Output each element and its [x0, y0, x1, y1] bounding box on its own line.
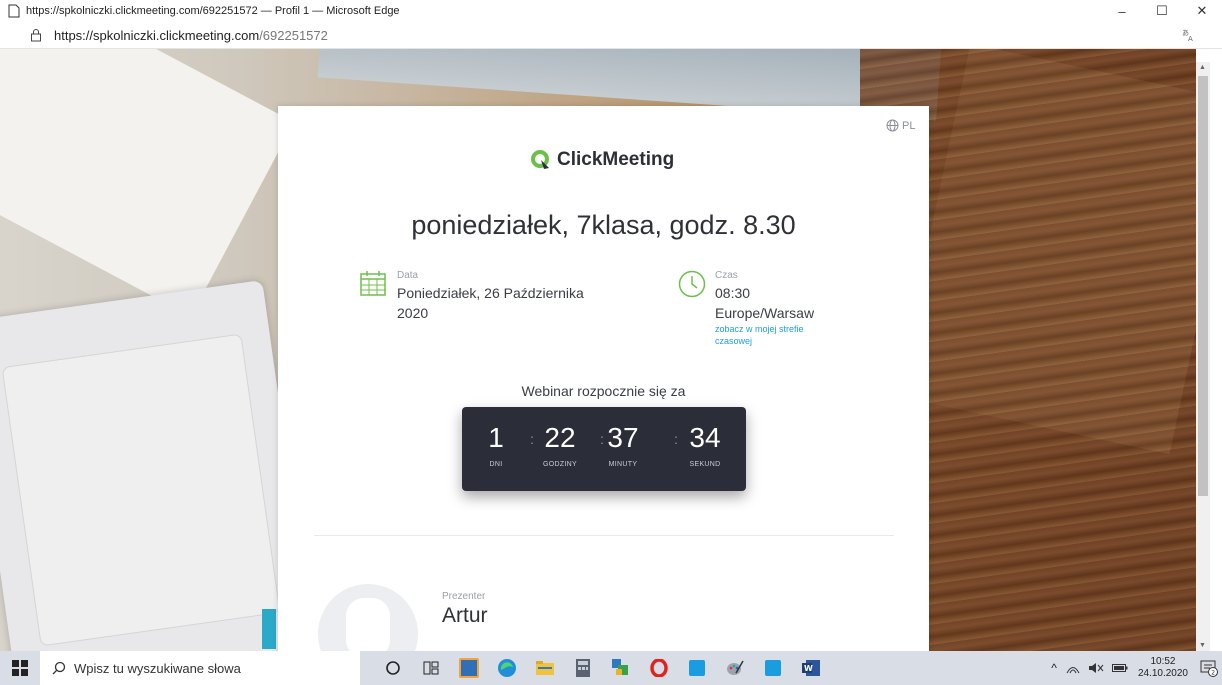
start-button[interactable]	[0, 651, 40, 685]
calculator-icon[interactable]	[564, 651, 602, 685]
opera-icon[interactable]	[640, 651, 678, 685]
app-icon-blue-2[interactable]	[754, 651, 792, 685]
task-view-icon[interactable]	[412, 651, 450, 685]
translate-icon[interactable]: あA	[1182, 28, 1196, 42]
close-button[interactable]: ✕	[1182, 0, 1222, 22]
timezone-link[interactable]: zobacz w mojej strefie czasowej	[715, 323, 825, 347]
url-host: https://spkolniczki.clickmeeting.com	[54, 27, 260, 43]
lock-icon	[31, 29, 41, 42]
taskbar-apps: W	[374, 651, 830, 685]
event-title: poniedziałek, 7klasa, godz. 8.30	[411, 210, 796, 240]
scroll-down-icon[interactable]: ▼	[1199, 642, 1206, 649]
media-app-icon[interactable]	[450, 651, 488, 685]
system-tray: ^ 10:52 24.10.2020 2	[1046, 651, 1222, 685]
word-icon[interactable]: W	[792, 651, 830, 685]
timezone-link-line2[interactable]: czasowej	[715, 336, 752, 346]
clock-time: 10:52	[1150, 656, 1176, 667]
countdown-days: 1 DNI	[466, 421, 526, 468]
edge-icon[interactable]	[488, 651, 526, 685]
paint-app-icon[interactable]	[602, 651, 640, 685]
language-selector[interactable]: PL	[886, 119, 915, 132]
clickmeeting-logo-icon	[531, 150, 549, 169]
countdown-minutes: 37 MINUTY	[593, 421, 653, 468]
svg-text:A: A	[1188, 35, 1193, 42]
hours-value: 22	[544, 422, 576, 453]
countdown-label: Webinar rozpocznie się za	[521, 383, 686, 399]
calendar-icon	[360, 271, 386, 296]
windows-icon	[12, 660, 28, 676]
volume-icon[interactable]	[1088, 662, 1104, 674]
action-center-button[interactable]: 2	[1196, 651, 1222, 685]
search-icon	[52, 661, 66, 675]
countdown-hours: 22 GODZINY	[530, 421, 590, 468]
search-placeholder: Wpisz tu wyszukiwane słowa	[74, 660, 241, 676]
wifi-icon[interactable]	[1066, 662, 1080, 674]
paint-brush-icon[interactable]	[716, 651, 754, 685]
window-title: https://spkolniczki.clickmeeting.com/692…	[26, 5, 400, 17]
page-scrollbar[interactable]: ▲ ▼	[1196, 62, 1210, 651]
page-viewport: PL ClickMeeting poniedziałek, 7klasa, go…	[0, 49, 1196, 651]
seconds-label: SEKUND	[689, 461, 721, 468]
window-title-bar: https://spkolniczki.clickmeeting.com/692…	[0, 0, 1222, 22]
page-icon	[8, 4, 20, 18]
countdown-seconds: 34 SEKUND	[675, 421, 735, 468]
notification-icon: 2	[1200, 660, 1218, 677]
presenter-label: Prezenter	[442, 591, 486, 602]
seconds-value: 34	[689, 422, 721, 453]
window-controls: – ☐ ✕	[1102, 0, 1222, 22]
windows-taskbar: Wpisz tu wyszukiwane słowa W ^ 10:52 24.…	[0, 651, 1222, 685]
taskbar-search[interactable]: Wpisz tu wyszukiwane słowa	[40, 651, 360, 685]
clock-date: 24.10.2020	[1137, 668, 1188, 679]
url-text[interactable]: https://spkolniczki.clickmeeting.com/692…	[54, 28, 328, 43]
section-divider	[314, 535, 894, 536]
presenter-avatar	[318, 584, 418, 651]
maximize-button[interactable]: ☐	[1142, 0, 1182, 22]
days-label: DNI	[489, 461, 503, 468]
hours-label: GODZINY	[543, 461, 577, 468]
minimize-button[interactable]: –	[1102, 0, 1142, 22]
minutes-value: 37	[607, 422, 639, 453]
address-bar[interactable]: https://spkolniczki.clickmeeting.com/692…	[0, 22, 1222, 49]
globe-icon	[886, 119, 899, 132]
timezone-value: Europe/Warsaw	[715, 305, 815, 321]
presenter-name: Artur	[442, 604, 488, 627]
battery-icon[interactable]	[1111, 663, 1128, 673]
timezone-link-line1[interactable]: zobacz w mojej strefie	[715, 324, 804, 334]
date-value-line2: 2020	[397, 305, 429, 321]
scroll-up-icon[interactable]: ▲	[1199, 64, 1206, 71]
date-value-line1: Poniedziałek, 26 Października	[397, 285, 584, 301]
notification-count: 2	[1211, 670, 1215, 677]
minutes-label: MINUTY	[608, 461, 638, 468]
countdown-timer: 1 DNI : 22 GODZINY : 37 MINUTY : 34 SEKU…	[462, 407, 746, 491]
cortana-icon[interactable]	[374, 651, 412, 685]
chevron-up-icon[interactable]: ^	[1051, 661, 1057, 675]
date-label: Data	[397, 270, 419, 281]
svg-text:W: W	[804, 664, 813, 673]
clock[interactable]: 10:52 24.10.2020	[1138, 656, 1188, 680]
logo-text: ClickMeeting	[557, 149, 675, 170]
time-label: Czas	[715, 270, 738, 281]
time-value: 08:30	[715, 285, 751, 301]
days-value: 1	[488, 422, 504, 453]
url-path: /692251572	[259, 27, 328, 43]
language-code: PL	[902, 119, 916, 132]
clock-icon	[678, 270, 706, 298]
clickmeeting-logo: ClickMeeting	[530, 149, 674, 171]
event-card: PL ClickMeeting poniedziałek, 7klasa, go…	[278, 106, 929, 651]
file-explorer-icon[interactable]	[526, 651, 564, 685]
scrollbar-thumb[interactable]	[1198, 76, 1208, 496]
app-icon-blue[interactable]	[678, 651, 716, 685]
